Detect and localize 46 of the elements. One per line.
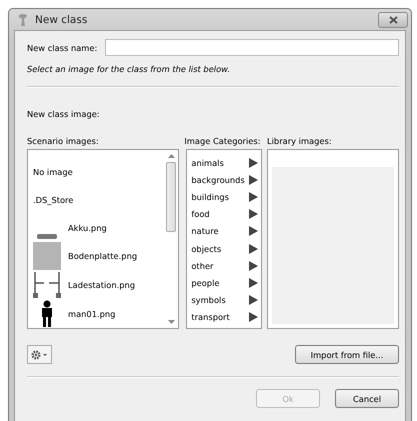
category-item[interactable]: buildings: [191, 188, 262, 206]
list-label: Library images:: [267, 136, 333, 146]
submenu-arrow-icon: [249, 226, 258, 236]
bar-icon: [37, 234, 57, 239]
category-item[interactable]: people: [191, 274, 262, 292]
import-button[interactable]: Import from file...: [295, 345, 399, 364]
close-button[interactable]: [378, 12, 408, 28]
image-list-item[interactable]: .DS_Store: [33, 186, 164, 214]
image-list-item[interactable]: Ladestation.png: [33, 270, 164, 300]
submenu-arrow-icon: [249, 192, 258, 202]
class-name-field[interactable]: [105, 39, 399, 56]
category-item[interactable]: food: [191, 206, 262, 223]
submenu-arrow-icon: [249, 174, 258, 185]
category-item[interactable]: backgrounds: [191, 171, 262, 188]
section-label: New class image:: [27, 109, 101, 119]
category-item[interactable]: other: [191, 257, 262, 274]
app-icon: [17, 12, 29, 26]
category-item[interactable]: symbols: [191, 292, 262, 309]
settings-button[interactable]: [27, 345, 52, 364]
window-title: New class: [35, 14, 88, 26]
submenu-arrow-icon: [249, 278, 258, 288]
tile-icon: [33, 242, 61, 270]
image-list-item[interactable]: No image: [33, 158, 164, 186]
submenu-arrow-icon: [249, 158, 258, 168]
category-item[interactable]: nature: [191, 222, 262, 240]
category-item[interactable]: transport: [191, 308, 262, 326]
gear-icon: [30, 350, 48, 360]
category-item[interactable]: objects: [191, 240, 262, 258]
category-item[interactable]: animals: [191, 154, 262, 172]
hint-text: Select an image for the class from the list below.: [27, 64, 232, 74]
frame-icon: [33, 270, 61, 299]
submenu-arrow-icon: [249, 244, 258, 254]
scroll-down-icon: [168, 320, 174, 324]
submenu-arrow-icon: [249, 312, 258, 322]
submenu-arrow-icon: [249, 209, 258, 220]
image-list-item[interactable]: Akku.png: [33, 213, 164, 242]
list-label: Image Categories:: [184, 136, 262, 146]
list-label: Scenario images:: [27, 136, 100, 146]
image-list-item[interactable]: Bodenplatte.png: [33, 242, 164, 271]
scroll-up-icon: [168, 154, 174, 158]
cancel-button[interactable]: Cancel: [335, 389, 399, 408]
submenu-arrow-icon: [249, 260, 258, 271]
field-label: New class name:: [27, 42, 98, 52]
submenu-arrow-icon: [249, 295, 258, 306]
image-list-item[interactable]: man01.png: [33, 299, 164, 328]
close-icon: [388, 16, 398, 24]
